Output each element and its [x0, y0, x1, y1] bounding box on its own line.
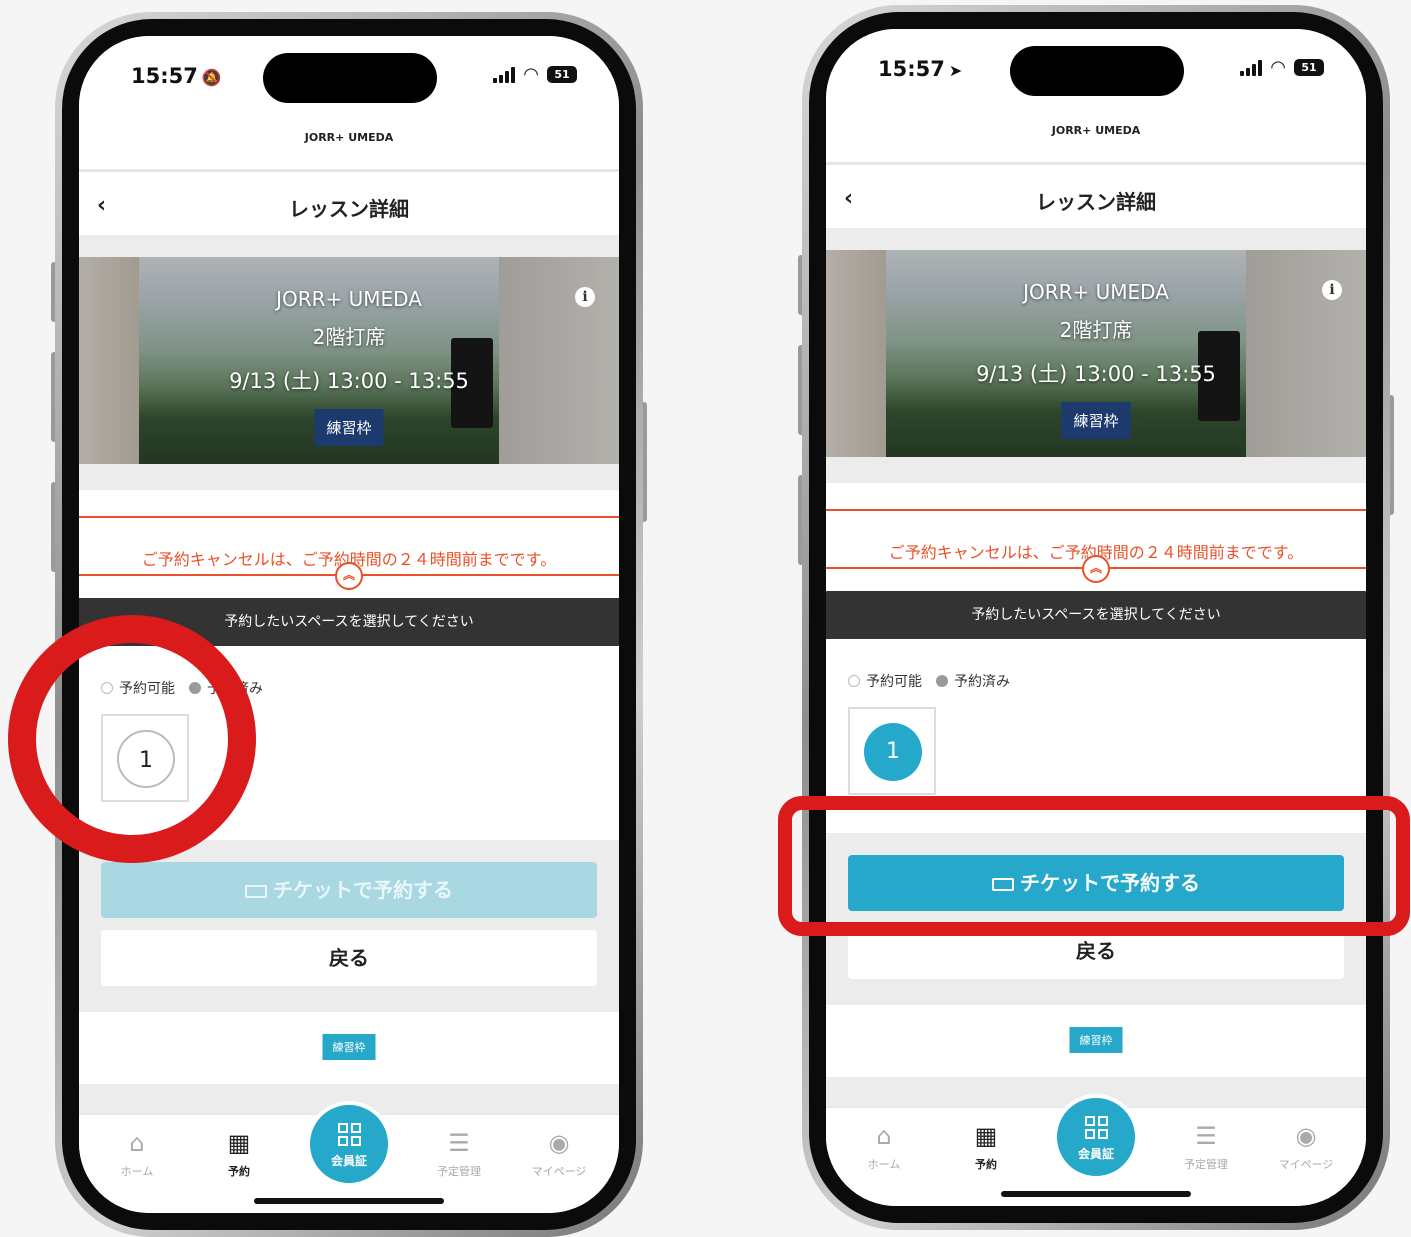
- lower-section: 練習枠: [79, 1012, 619, 1084]
- hero-floor: 2階打席: [1059, 318, 1133, 342]
- battery-icon: 51: [547, 66, 577, 83]
- info-icon[interactable]: i: [575, 287, 595, 307]
- info-icon[interactable]: i: [1322, 280, 1342, 300]
- status-time: 15:57: [878, 57, 945, 81]
- hero-datetime: 9/13 (土) 13:00 - 13:55: [229, 369, 469, 393]
- hero-badge: 練習枠: [1061, 402, 1131, 439]
- chevron-up-icon[interactable]: ︽: [1082, 555, 1110, 583]
- dynamic-island: [263, 53, 437, 103]
- ticket-reserve-button[interactable]: チケットで予約する: [101, 862, 597, 918]
- qr-code-icon: [1084, 1116, 1108, 1139]
- hero-image: JORR+ UMEDA 2階打席 9/13 (土) 13:00 - 13:55 …: [826, 250, 1366, 457]
- calendar-icon: ▦: [227, 1129, 251, 1157]
- calendar-icon: ▦: [974, 1122, 998, 1150]
- user-circle-icon: ◉: [1295, 1122, 1317, 1150]
- home-indicator[interactable]: [1001, 1191, 1191, 1197]
- wifi-icon: ◠: [1270, 56, 1286, 78]
- tab-reserve[interactable]: ▦ 予約: [946, 1122, 1026, 1172]
- legend-available: 予約可能: [866, 674, 922, 690]
- tab-mypage[interactable]: ◉ マイページ: [1266, 1122, 1346, 1172]
- page-title: レッスン詳細: [1036, 190, 1156, 214]
- hero-section: JORR+ UMEDA 2階打席 9/13 (土) 13:00 - 13:55 …: [826, 228, 1366, 483]
- hero-section: JORR+ UMEDA 2階打席 9/13 (土) 13:00 - 13:55 …: [79, 235, 619, 490]
- tab-schedule[interactable]: ☰ 予定管理: [1166, 1122, 1246, 1172]
- back-button[interactable]: 戻る: [101, 930, 597, 986]
- member-card-button[interactable]: 会員証: [1053, 1094, 1139, 1180]
- booked-dot-icon: [936, 675, 948, 687]
- highlight-circle: [8, 615, 256, 863]
- hero-image: JORR+ UMEDA 2階打席 9/13 (土) 13:00 - 13:55 …: [79, 257, 619, 464]
- select-prompt: 予約したいスペースを選択してください: [826, 591, 1366, 639]
- home-icon: ⌂: [876, 1122, 892, 1150]
- tab-mypage[interactable]: ◉ マイページ: [519, 1129, 599, 1179]
- practice-badge: 練習枠: [1069, 1027, 1123, 1053]
- hero-datetime: 9/13 (土) 13:00 - 13:55: [976, 362, 1216, 386]
- chevron-up-icon[interactable]: ︽: [335, 562, 363, 590]
- bell-slash-icon: 🔕: [201, 68, 222, 87]
- status-bar: 15:57 🔕 ◠ 51: [79, 36, 619, 116]
- tab-reserve[interactable]: ▦ 予約: [199, 1129, 279, 1179]
- legend: 予約可能 予約済み: [848, 671, 1010, 691]
- tab-home[interactable]: ⌂ ホーム: [97, 1129, 177, 1179]
- hero-shop-name: JORR+ UMEDA: [276, 287, 422, 311]
- wifi-icon: ◠: [523, 63, 539, 85]
- highlight-rectangle: [778, 796, 1410, 936]
- title-bar: ‹ レッスン詳細: [79, 175, 619, 235]
- tab-bar: ⌂ ホーム ▦ 予約 会員証 ☰ 予定管理 ◉ マイページ: [79, 1101, 619, 1213]
- tab-home[interactable]: ⌂ ホーム: [844, 1122, 924, 1172]
- space-seat-button[interactable]: 1: [864, 723, 922, 781]
- practice-badge: 練習枠: [322, 1034, 376, 1060]
- phone-right: 15:57 ➤ ◠ 51 JORR+ UMEDA ‹ レッスン詳細 JORR+ U…: [798, 5, 1394, 1230]
- shop-name: JORR+ UMEDA: [79, 116, 619, 172]
- tab-bar: ⌂ ホーム ▦ 予約 会員証 ☰ 予定管理 ◉ マイページ: [826, 1094, 1366, 1206]
- dynamic-island: [1010, 46, 1184, 96]
- legend-booked: 予約済み: [954, 674, 1010, 690]
- battery-icon: 51: [1294, 59, 1324, 76]
- location-arrow-icon: ➤: [948, 61, 963, 80]
- signal-icon: [493, 66, 516, 83]
- qr-code-icon: [337, 1123, 361, 1146]
- signal-icon: [1240, 59, 1263, 76]
- status-bar: 15:57 ➤ ◠ 51: [826, 29, 1366, 109]
- hero-floor: 2階打席: [312, 325, 386, 349]
- space-cell[interactable]: 1: [848, 707, 936, 795]
- phone-screen: 15:57 ➤ ◠ 51 JORR+ UMEDA ‹ レッスン詳細 JORR+ U…: [826, 29, 1366, 1206]
- action-area: チケットで予約する 戻る: [79, 840, 619, 1012]
- shop-name: JORR+ UMEDA: [826, 109, 1366, 165]
- cancel-notice: ご予約キャンセルは、ご予約時間の２４時間前までです。 ︽: [826, 483, 1366, 591]
- lower-section: 練習枠: [826, 1005, 1366, 1077]
- available-dot-icon: [848, 675, 860, 687]
- user-circle-icon: ◉: [548, 1129, 570, 1157]
- home-indicator[interactable]: [254, 1198, 444, 1204]
- list-icon: ☰: [448, 1129, 470, 1157]
- ticket-button-label: チケットで予約する: [273, 878, 453, 902]
- list-icon: ☰: [1195, 1122, 1217, 1150]
- tab-schedule[interactable]: ☰ 予定管理: [419, 1129, 499, 1179]
- title-bar: ‹ レッスン詳細: [826, 168, 1366, 228]
- cancel-notice: ご予約キャンセルは、ご予約時間の２４時間前までです。 ︽: [79, 490, 619, 598]
- status-time: 15:57: [131, 64, 198, 88]
- home-icon: ⌂: [129, 1129, 145, 1157]
- hero-shop-name: JORR+ UMEDA: [1023, 280, 1169, 304]
- hero-badge: 練習枠: [314, 409, 384, 446]
- ticket-icon: [245, 885, 267, 898]
- member-card-button[interactable]: 会員証: [306, 1101, 392, 1187]
- page-title: レッスン詳細: [289, 197, 409, 221]
